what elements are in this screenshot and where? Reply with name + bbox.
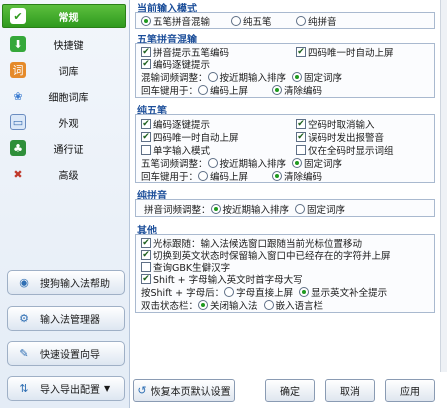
radio-pure-wubi[interactable]: 纯五笔 [231, 15, 272, 28]
appearance-icon: ▭ [10, 114, 26, 130]
wubi-enter-row: 回车键用于： 编码上屏 清除编码 [141, 171, 323, 183]
import-export-button[interactable]: ⇅ 导入导出配置 ▼ [7, 376, 125, 401]
sidebar-item-hotkey[interactable]: ⬇ 快捷键 [2, 32, 126, 56]
shift-letter-row: 按Shift + 字母后： 字母直接上屏 显示英文补全提示 [141, 287, 388, 299]
radio-mixed-enter-commit[interactable] [198, 85, 209, 95]
radio-mixed-fixed-order[interactable] [292, 72, 303, 82]
cell-dictionary-icon: ❀ [13, 89, 23, 103]
radio-mixed-recent-order[interactable] [207, 72, 218, 82]
ok-button[interactable]: 确定 [265, 379, 315, 402]
radio-close-ime[interactable] [198, 300, 209, 310]
radio-letter-commit[interactable] [224, 287, 235, 297]
chevron-down-icon: ▼ [104, 384, 111, 393]
passport-icon: ♣ [10, 140, 26, 156]
checkbox-shift-capital[interactable]: ✔ Shift + 字母输入英文时首字母大写 [141, 273, 303, 286]
sidebar-item-appearance[interactable]: ▭ 外观 [2, 110, 126, 134]
sidebar-item-passport[interactable]: ♣ 通行证 [2, 136, 126, 160]
apply-button[interactable]: 应用 [385, 379, 435, 402]
manager-button[interactable]: ⚙ 输入法管理器 [7, 306, 125, 331]
checkbox-full-code-phrase[interactable]: 仅在全码时显示词组 [296, 144, 394, 157]
sidebar-item-advanced[interactable]: ✖ 高级 [2, 162, 126, 186]
footer-bar: ↺ 恢复本页默认设置 确定 取消 应用 [131, 372, 447, 408]
wubi-order-row: 五笔词频调整： 按近期输入排序 固定词序 [141, 158, 343, 170]
radio-wubi-fixed-order[interactable] [292, 158, 303, 168]
checkbox-empty-cancel[interactable]: ✔ 空码时取消输入 [296, 118, 375, 131]
radio-wubi-enter-clear[interactable] [272, 171, 283, 181]
radio-pinyin-recent-order[interactable] [210, 204, 221, 214]
pure-pinyin-group: 拼音词频调整： 按近期输入排序 固定词序 [135, 199, 435, 217]
setup-wizard-button[interactable]: ✎ 快速设置向导 [7, 341, 125, 366]
double-click-row: 双击状态栏： 关闭输入法 嵌入语言栏 [141, 300, 324, 312]
pure-wubi-group: ✔ 编码逐键提示 ✔ 空码时取消输入 ✔ 四码唯一时自动上屏 ✔ 误码时发出报警音 单字… [135, 114, 435, 183]
help-button[interactable]: ◉ 搜狗输入法帮助 [7, 270, 125, 295]
checkbox-four-code-auto[interactable]: ✔ 四码唯一时自动上屏 [296, 46, 394, 59]
sidebar: ✔ 常规 ⬇ 快捷键 词 词库 ❀ 细胞词库 ▭ 外观 ♣ 通行证 ✖ 高级 ◉… [0, 0, 130, 408]
radio-mixed-enter-clear[interactable] [272, 85, 283, 95]
settings-panel: 当前输入模式 五笔拼音混输 纯五笔 纯拼音 五笔拼音混输 ✔ 拼音提示五笔编码 ✔… [131, 0, 447, 372]
radio-pinyin-fixed-order[interactable] [295, 204, 306, 214]
settings-window: ✔ 常规 ⬇ 快捷键 词 词库 ❀ 细胞词库 ▭ 外观 ♣ 通行证 ✖ 高级 ◉… [0, 0, 447, 408]
scrollbar[interactable] [440, 0, 447, 372]
mixed-order-row: 混输词频调整： 按近期输入排序 固定词序 [141, 72, 343, 84]
radio-pure-pinyin[interactable]: 纯拼音 [296, 15, 337, 28]
checkbox-stepwise-hint[interactable]: ✔ 编码逐键提示 [141, 58, 210, 71]
help-icon: ◉ [19, 276, 29, 289]
radio-wubi-recent-order[interactable] [207, 158, 218, 168]
restore-defaults-button[interactable]: ↺ 恢复本页默认设置 [133, 379, 235, 402]
radio-wubi-enter-commit[interactable] [198, 171, 209, 181]
hotkey-icon: ⬇ [10, 36, 26, 52]
manager-icon: ⚙ [19, 312, 29, 325]
dictionary-icon: 词 [10, 62, 26, 78]
checkbox-wubi-stepwise[interactable]: ✔ 编码逐键提示 [141, 118, 210, 131]
mixed-group: ✔ 拼音提示五笔编码 ✔ 四码唯一时自动上屏 ✔ 编码逐键提示 混输词频调整： 按近期… [135, 43, 435, 98]
other-group: ✔ 光标跟随：输入法候选窗口跟随当前光标位置移动 ✔ 切换到英文状态时保留输入窗口中… [135, 234, 435, 313]
import-export-icon: ⇅ [19, 382, 29, 395]
current-mode-group: 五笔拼音混输 纯五笔 纯拼音 [135, 12, 435, 29]
radio-english-completion[interactable] [299, 287, 310, 297]
sidebar-item-cell-dictionary[interactable]: ❀ 细胞词库 [2, 84, 126, 108]
general-icon: ✔ [10, 8, 26, 24]
checkbox-single-char[interactable]: 单字输入模式 [141, 144, 210, 157]
radio-mixed[interactable]: 五笔拼音混输 [141, 15, 210, 28]
cancel-button[interactable]: 取消 [325, 379, 375, 402]
sidebar-item-dictionary[interactable]: 词 词库 [2, 58, 126, 82]
checkbox-wubi-four-code[interactable]: ✔ 四码唯一时自动上屏 [141, 131, 239, 144]
mixed-enter-row: 回车键用于： 编码上屏 清除编码 [141, 85, 323, 97]
wizard-icon: ✎ [19, 347, 29, 360]
sidebar-item-general[interactable]: ✔ 常规 [2, 4, 126, 28]
advanced-icon: ✖ [13, 167, 23, 181]
checkbox-error-beep[interactable]: ✔ 误码时发出报警音 [296, 131, 384, 144]
pinyin-order-row: 拼音词频调整： 按近期输入排序 固定词序 [144, 204, 346, 216]
radio-embed-langbar[interactable] [263, 300, 274, 310]
restore-icon: ↺ [137, 384, 147, 397]
